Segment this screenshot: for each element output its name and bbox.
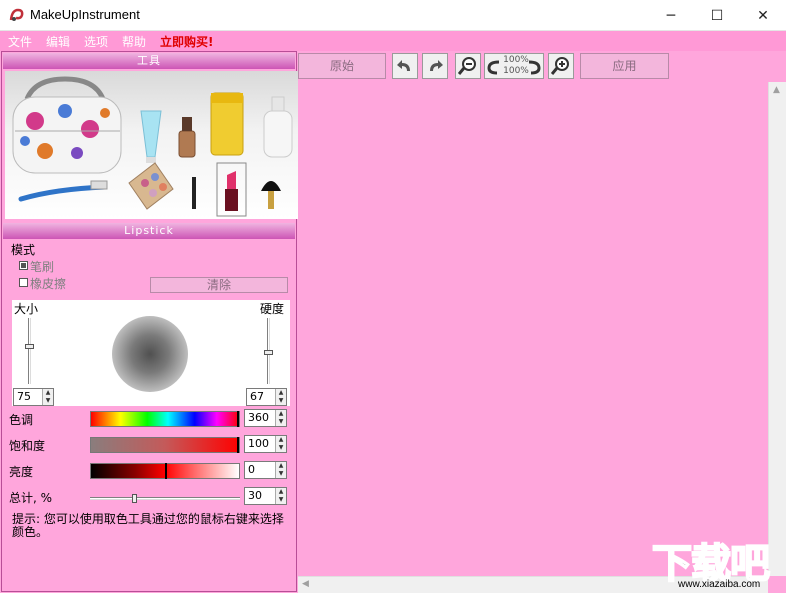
total-spinbox[interactable]: 30 ▲ ▼: [244, 487, 287, 505]
zoom-level: 100% 100%: [502, 55, 530, 77]
eraser-radio[interactable]: [19, 278, 28, 287]
hue-value: 360: [248, 411, 269, 424]
zoom-out-icon: [458, 57, 476, 75]
title-bar: MakeUpInstrument ─ ☐ ✕: [0, 0, 786, 31]
hue-marker[interactable]: [237, 411, 239, 427]
hue-down-arrow[interactable]: ▼: [275, 418, 286, 426]
saturation-marker[interactable]: [237, 437, 239, 453]
eyeshadow-palette-icon[interactable]: [128, 162, 174, 210]
close-button[interactable]: ✕: [740, 0, 786, 31]
left-panel: 工具 Lipstick 模式 笔刷 橡皮擦 清除 大小 硬度 75 ▲ ▼ 67…: [1, 51, 298, 592]
hardness-slider[interactable]: [264, 318, 273, 384]
saturation-label: 饱和度: [9, 439, 46, 453]
hardness-up-arrow[interactable]: ▲: [275, 389, 286, 397]
total-slider-thumb[interactable]: [132, 494, 137, 503]
saturation-up-arrow[interactable]: ▲: [275, 436, 286, 444]
saturation-bar[interactable]: [90, 437, 240, 453]
menu-buy-now[interactable]: 立即购买!: [160, 33, 213, 50]
hue-spinbox[interactable]: 360 ▲ ▼: [244, 409, 287, 427]
undo-button[interactable]: [392, 53, 418, 79]
scroll-left-arrow[interactable]: ◀: [302, 579, 309, 589]
brightness-marker[interactable]: [165, 463, 167, 479]
makeup-brush-icon[interactable]: [261, 181, 281, 209]
brush-option-label: 笔刷: [30, 260, 55, 274]
saturation-value: 100: [248, 437, 269, 450]
hue-bar[interactable]: [90, 411, 240, 427]
total-value: 30: [248, 489, 262, 502]
hint-text: 提示: 您可以使用取色工具通过您的鼠标右键来选择颜色。: [12, 512, 284, 539]
menu-edit[interactable]: 编辑: [46, 33, 70, 50]
lipstick-icon[interactable]: [216, 162, 247, 217]
size-slider-thumb[interactable]: [25, 344, 34, 349]
hardness-spinbox[interactable]: 67 ▲ ▼: [246, 388, 287, 406]
mode-label: 模式: [11, 243, 36, 257]
tools-panel-header: 工具: [3, 53, 295, 69]
size-up-arrow[interactable]: ▲: [42, 389, 53, 397]
size-value: 75: [17, 390, 31, 403]
total-down-arrow[interactable]: ▼: [275, 496, 286, 504]
hardness-down-arrow[interactable]: ▼: [275, 397, 286, 405]
eraser-option-label: 橡皮擦: [30, 277, 67, 291]
zoom-level-bottom: 100%: [503, 66, 529, 76]
apply-button[interactable]: 应用: [580, 53, 669, 79]
redo-button[interactable]: [422, 53, 448, 79]
redo-icon: [430, 60, 443, 71]
rotate-left-icon: [487, 60, 500, 75]
size-slider[interactable]: [25, 318, 34, 384]
zoom-in-icon: [551, 57, 569, 75]
zoom-level-top: 100%: [503, 55, 529, 65]
total-up-arrow[interactable]: ▲: [275, 488, 286, 496]
total-slider[interactable]: [90, 494, 240, 503]
zoom-out-button[interactable]: [455, 53, 481, 79]
menu-file[interactable]: 文件: [8, 33, 32, 50]
undo-icon: [397, 60, 410, 71]
hardness-value: 67: [250, 390, 264, 403]
brush-radio[interactable]: [19, 261, 28, 270]
brush-icon[interactable]: [18, 180, 108, 202]
lipstick-panel-header: Lipstick: [3, 223, 295, 239]
brightness-value: 0: [248, 463, 255, 476]
image-canvas[interactable]: [298, 82, 768, 576]
brightness-spinbox[interactable]: 0 ▲ ▼: [244, 461, 287, 479]
menu-help[interactable]: 帮助: [122, 33, 146, 50]
size-down-arrow[interactable]: ▼: [42, 397, 53, 405]
hue-up-arrow[interactable]: ▲: [275, 410, 286, 418]
size-spinbox[interactable]: 75 ▲ ▼: [13, 388, 54, 406]
maximize-button[interactable]: ☐: [694, 0, 740, 31]
window-title: MakeUpInstrument: [30, 7, 140, 22]
minimize-button[interactable]: ─: [648, 0, 694, 31]
brightness-up-arrow[interactable]: ▲: [275, 462, 286, 470]
brightness-label: 亮度: [9, 465, 34, 479]
lotion-bottle-icon[interactable]: [263, 96, 293, 158]
size-label: 大小: [14, 302, 39, 316]
site-watermark: 下载吧 www.xiazaiba.com: [648, 535, 786, 593]
hardness-label: 硬度: [260, 302, 285, 316]
scroll-up-arrow[interactable]: ▲: [773, 85, 780, 95]
total-label: 总计, %: [9, 491, 53, 505]
bag-icon[interactable]: [12, 76, 122, 174]
clear-button[interactable]: 清除: [150, 277, 288, 293]
tools-gallery: [5, 71, 298, 219]
brightness-bar[interactable]: [90, 463, 240, 479]
app-logo-icon: [9, 8, 24, 21]
hue-label: 色调: [9, 413, 34, 427]
original-button[interactable]: 原始: [298, 53, 386, 79]
eyeliner-icon[interactable]: [192, 177, 196, 209]
zoom-in-button[interactable]: [548, 53, 574, 79]
brush-preview: [112, 316, 188, 392]
hardness-slider-thumb[interactable]: [264, 350, 273, 355]
menu-bar: 文件 编辑 选项 帮助 立即购买!: [0, 31, 786, 51]
foundation-bottle-icon[interactable]: [178, 117, 196, 158]
brightness-down-arrow[interactable]: ▼: [275, 470, 286, 478]
saturation-spinbox[interactable]: 100 ▲ ▼: [244, 435, 287, 453]
saturation-down-arrow[interactable]: ▼: [275, 444, 286, 452]
brush-preview-area: 大小 硬度 75 ▲ ▼ 67 ▲ ▼: [12, 300, 290, 406]
cream-jar-icon[interactable]: [210, 92, 244, 156]
watermark-url: www.xiazaiba.com: [678, 579, 761, 590]
vertical-scrollbar[interactable]: ▲: [768, 82, 786, 576]
tube-icon[interactable]: [140, 110, 162, 163]
menu-options[interactable]: 选项: [84, 33, 108, 50]
